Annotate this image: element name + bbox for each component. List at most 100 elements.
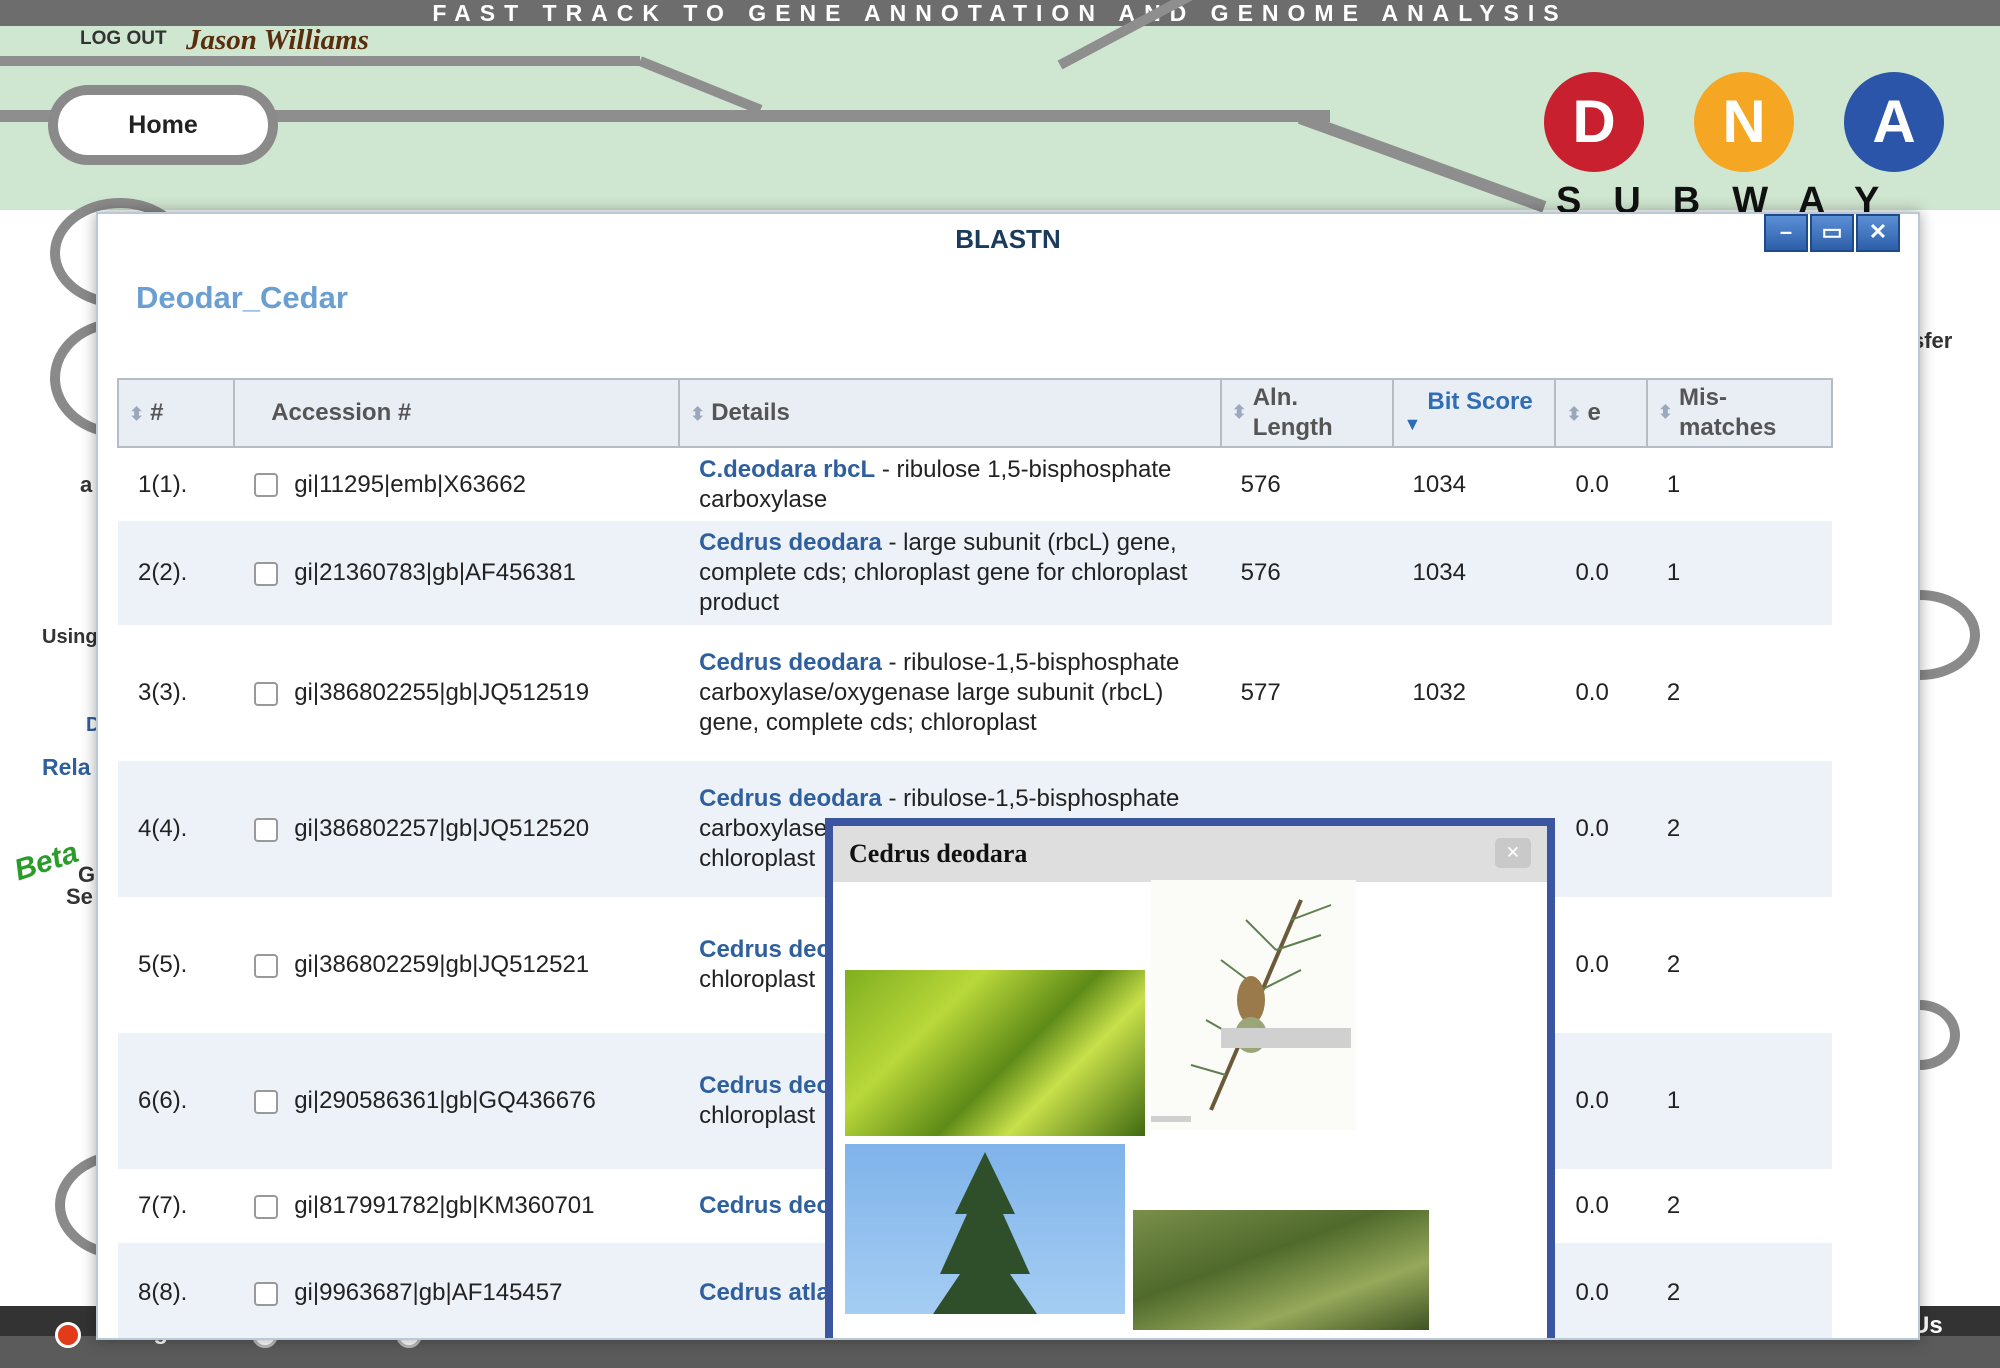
- row-aln-length: 576: [1220, 447, 1393, 521]
- sort-icon: ⬍: [1566, 403, 1582, 424]
- row-number: 8(8).: [118, 1243, 235, 1338]
- row-mismatches: 1: [1646, 521, 1832, 625]
- row-accession: gi|11295|emb|X63662: [234, 447, 680, 521]
- row-number: 1(1).: [118, 447, 235, 521]
- cedar-tree-photo[interactable]: [845, 1144, 1125, 1314]
- accession-text: gi|386802257|gb|JQ512520: [294, 815, 590, 842]
- row-number: 6(6).: [118, 1033, 235, 1169]
- row-checkbox[interactable]: [254, 817, 279, 842]
- row-bit-score: 1034: [1392, 521, 1556, 625]
- user-name: Jason Williams: [186, 24, 369, 56]
- side-label-related: Rela: [42, 754, 91, 780]
- species-link[interactable]: Cedrus deo: [699, 1072, 831, 1099]
- row-checkbox[interactable]: [254, 1194, 279, 1219]
- row-checkbox[interactable]: [254, 473, 279, 498]
- row-number: 3(3).: [118, 625, 235, 761]
- home-button[interactable]: Home: [48, 85, 278, 165]
- sort-icon: ⬍: [129, 403, 145, 424]
- table-row[interactable]: 2(2). gi|21360783|gb|AF456381 Cedrus deoda…: [118, 521, 1832, 625]
- row-checkbox[interactable]: [254, 681, 279, 706]
- row-accession: gi|9963687|gb|AF145457: [234, 1243, 680, 1338]
- col-header-aln-length[interactable]: ⬍ Aln. Length: [1219, 378, 1394, 448]
- blastn-window: BLASTN – ▭ ✕ Deodar_Cedar ⬍ # Accession #…: [96, 212, 1920, 1340]
- minimize-button[interactable]: –: [1764, 214, 1808, 252]
- row-bit-score: 1032: [1392, 625, 1556, 761]
- sort-icon: ⬍: [1231, 402, 1247, 422]
- sort-icon: ⬍: [1657, 402, 1673, 422]
- row-number: 5(5).: [118, 897, 235, 1033]
- side-label-a: a: [80, 472, 93, 497]
- accession-text: gi|386802255|gb|JQ512519: [294, 679, 590, 706]
- window-title: BLASTN: [955, 224, 1061, 254]
- row-checkbox[interactable]: [254, 1281, 279, 1306]
- side-label-using: Using: [42, 626, 98, 648]
- row-accession: gi|817991782|gb|KM360701: [234, 1169, 680, 1243]
- table-row[interactable]: 3(3). gi|386802255|gb|JQ512519 Cedrus deod…: [118, 625, 1832, 761]
- popup-close-button[interactable]: ×: [1495, 838, 1531, 868]
- row-accession: gi|290586361|gb|GQ436676: [234, 1033, 680, 1169]
- sequence-name: Deodar_Cedar: [136, 280, 348, 315]
- sort-desc-icon: ▼: [1403, 414, 1422, 434]
- row-checkbox[interactable]: [254, 953, 279, 978]
- maximize-button[interactable]: ▭: [1810, 214, 1854, 252]
- row-bit-score: 1034: [1392, 447, 1556, 521]
- row-details: Cedrus deodara - large subunit (rbcL) ge…: [679, 521, 1221, 625]
- radio-background[interactable]: [55, 1322, 81, 1348]
- col-header-details[interactable]: ⬍ Details: [678, 378, 1222, 448]
- side-label-se: Se: [66, 884, 93, 909]
- row-number: 4(4).: [118, 761, 235, 897]
- sort-icon: ⬍: [690, 403, 706, 424]
- row-mismatches: 2: [1646, 1243, 1832, 1338]
- window-controls: – ▭ ✕: [1762, 214, 1900, 252]
- row-checkbox[interactable]: [254, 1089, 279, 1114]
- species-popup: Cedrus deodara ×: [825, 818, 1555, 1338]
- row-e-value: 0.0: [1555, 1033, 1647, 1169]
- species-link[interactable]: Cedrus deo: [699, 936, 831, 963]
- species-link[interactable]: Cedrus deo: [699, 1192, 831, 1219]
- row-mismatches: 1: [1646, 1033, 1832, 1169]
- close-button[interactable]: ✕: [1856, 214, 1900, 252]
- app-banner: FAST TRACK TO GENE ANNOTATION AND GENOME…: [0, 0, 2000, 26]
- accession-text: gi|11295|emb|X63662: [294, 470, 526, 498]
- cedar-foliage-photo[interactable]: [845, 970, 1145, 1136]
- species-link[interactable]: Cedrus deodara: [699, 649, 882, 676]
- species-link[interactable]: Cedrus deodara: [699, 785, 882, 812]
- cedar-cone-illustration[interactable]: [1151, 880, 1356, 1130]
- col-header-mismatches[interactable]: ⬍ Mis- matches: [1645, 378, 1834, 448]
- accession-text: gi|290586361|gb|GQ436676: [294, 1087, 596, 1114]
- row-number: 2(2).: [118, 521, 235, 625]
- row-e-value: 0.0: [1555, 625, 1647, 761]
- row-mismatches: 2: [1646, 897, 1832, 1033]
- row-checkbox[interactable]: [254, 561, 279, 586]
- row-mismatches: 2: [1646, 1169, 1832, 1243]
- track-line: [0, 56, 640, 66]
- row-e-value: 0.0: [1555, 521, 1647, 625]
- table-row[interactable]: 1(1). gi|11295|emb|X63662 C.deodara rbcL -…: [118, 447, 1832, 521]
- beta-badge: Beta: [10, 835, 83, 888]
- col-header-bit-score[interactable]: ▼ Bit Score: [1391, 378, 1557, 448]
- row-e-value: 0.0: [1555, 1243, 1647, 1338]
- row-details: C.deodara rbcL - ribulose 1,5-bisphospha…: [679, 447, 1221, 521]
- col-header-number[interactable]: ⬍ #: [116, 378, 236, 448]
- row-accession: gi|386802259|gb|JQ512521: [234, 897, 680, 1033]
- row-aln-length: 576: [1220, 521, 1393, 625]
- cedar-branch-photo[interactable]: [1133, 1210, 1429, 1330]
- logo-a-icon: A: [1844, 72, 1944, 172]
- species-link[interactable]: Cedrus deodara: [699, 529, 882, 556]
- col-header-accession[interactable]: Accession #: [233, 378, 681, 448]
- col-header-e[interactable]: ⬍ e: [1554, 378, 1648, 448]
- row-aln-length: 577: [1220, 625, 1393, 761]
- row-mismatches: 2: [1646, 625, 1832, 761]
- row-mismatches: 2: [1646, 761, 1832, 897]
- row-accession: gi|21360783|gb|AF456381: [234, 521, 680, 625]
- row-mismatches: 1: [1646, 447, 1832, 521]
- logo-n-icon: N: [1694, 72, 1794, 172]
- popup-title: Cedrus deodara: [849, 839, 1028, 868]
- row-e-value: 0.0: [1555, 447, 1647, 521]
- species-link[interactable]: Cedrus atla: [699, 1279, 830, 1306]
- accession-text: gi|386802259|gb|JQ512521: [294, 951, 590, 978]
- row-details: Cedrus deodara - ribulose-1,5-bisphospha…: [679, 625, 1221, 761]
- accession-text: gi|21360783|gb|AF456381: [294, 559, 576, 586]
- logout-link[interactable]: LOG OUT: [80, 28, 167, 50]
- species-link[interactable]: C.deodara rbcL: [699, 456, 875, 483]
